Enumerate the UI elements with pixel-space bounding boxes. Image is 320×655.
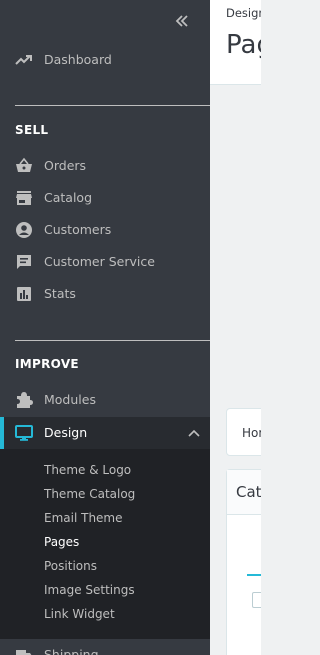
sidebar-item-label: Customers bbox=[44, 222, 112, 237]
sidebar-item-label: Customer Service bbox=[44, 254, 155, 269]
active-indicator bbox=[0, 417, 4, 449]
design-submenu: Theme & Logo Theme Catalog Email Theme P… bbox=[0, 449, 210, 639]
account-circle-icon bbox=[15, 221, 33, 239]
page-title: Pages bbox=[226, 30, 261, 60]
submenu-item-positions[interactable]: Positions bbox=[44, 558, 97, 574]
categories-card: Categories bbox=[226, 469, 261, 655]
sidebar-item-label: Orders bbox=[44, 158, 87, 173]
chevron-up-icon bbox=[187, 427, 201, 439]
sidebar-item-label: Catalog bbox=[44, 190, 93, 205]
truck-icon bbox=[15, 646, 33, 655]
submenu-item-link-widget[interactable]: Link Widget bbox=[44, 606, 115, 622]
submenu-item-image-settings[interactable]: Image Settings bbox=[44, 582, 135, 598]
store-icon bbox=[15, 189, 33, 207]
submenu-item-email-theme[interactable]: Email Theme bbox=[44, 510, 123, 526]
card-header: Categories bbox=[227, 470, 261, 515]
breadcrumb-home-link[interactable]: Home bbox=[242, 426, 261, 440]
sidebar-item-customer-service[interactable]: Customer Service bbox=[0, 246, 210, 278]
divider bbox=[15, 105, 210, 106]
sidebar-item-orders[interactable]: Orders bbox=[0, 150, 210, 182]
sidebar-item-shipping[interactable]: Shipping bbox=[0, 639, 210, 655]
section-title-improve: IMPROVE bbox=[15, 357, 79, 371]
sidebar-item-label: Stats bbox=[44, 286, 76, 301]
bar-chart-icon bbox=[15, 285, 33, 303]
page-header: Design Pages bbox=[210, 0, 261, 85]
sidebar-item-dashboard[interactable]: Dashboard bbox=[0, 44, 210, 76]
sidebar-item-label: Dashboard bbox=[44, 52, 112, 67]
desktop-icon bbox=[15, 424, 33, 442]
sidebar-item-customers[interactable]: Customers bbox=[0, 214, 210, 246]
breadcrumb[interactable]: Design bbox=[226, 6, 261, 20]
divider bbox=[15, 340, 210, 341]
double-chevron-left-icon bbox=[175, 15, 188, 27]
trending-up-icon bbox=[15, 51, 33, 69]
collapse-sidebar-button[interactable] bbox=[171, 11, 193, 31]
puzzle-icon bbox=[15, 391, 33, 409]
sidebar-item-label: Design bbox=[44, 425, 88, 440]
submenu-item-theme-catalog[interactable]: Theme Catalog bbox=[44, 486, 135, 502]
sidebar-item-stats[interactable]: Stats bbox=[0, 278, 210, 310]
main-content: Design Pages Home Categories bbox=[210, 0, 261, 655]
table-header-accent bbox=[247, 574, 261, 576]
sidebar-item-design[interactable]: Design bbox=[0, 417, 210, 449]
section-title-sell: SELL bbox=[15, 123, 49, 137]
card-title: Categories bbox=[236, 483, 261, 501]
basket-icon bbox=[15, 157, 33, 175]
category-breadcrumb-bar: Home bbox=[226, 408, 261, 456]
submenu-item-pages[interactable]: Pages bbox=[44, 534, 79, 550]
sidebar: Dashboard SELL Orders Catalog Customers … bbox=[0, 0, 210, 655]
sidebar-item-modules[interactable]: Modules bbox=[0, 384, 210, 416]
sidebar-item-label: Modules bbox=[44, 392, 96, 407]
select-all-checkbox[interactable] bbox=[252, 592, 261, 608]
chat-icon bbox=[15, 253, 33, 271]
submenu-item-theme-logo[interactable]: Theme & Logo bbox=[44, 462, 131, 478]
sidebar-item-catalog[interactable]: Catalog bbox=[0, 182, 210, 214]
sidebar-item-label: Shipping bbox=[44, 647, 99, 655]
